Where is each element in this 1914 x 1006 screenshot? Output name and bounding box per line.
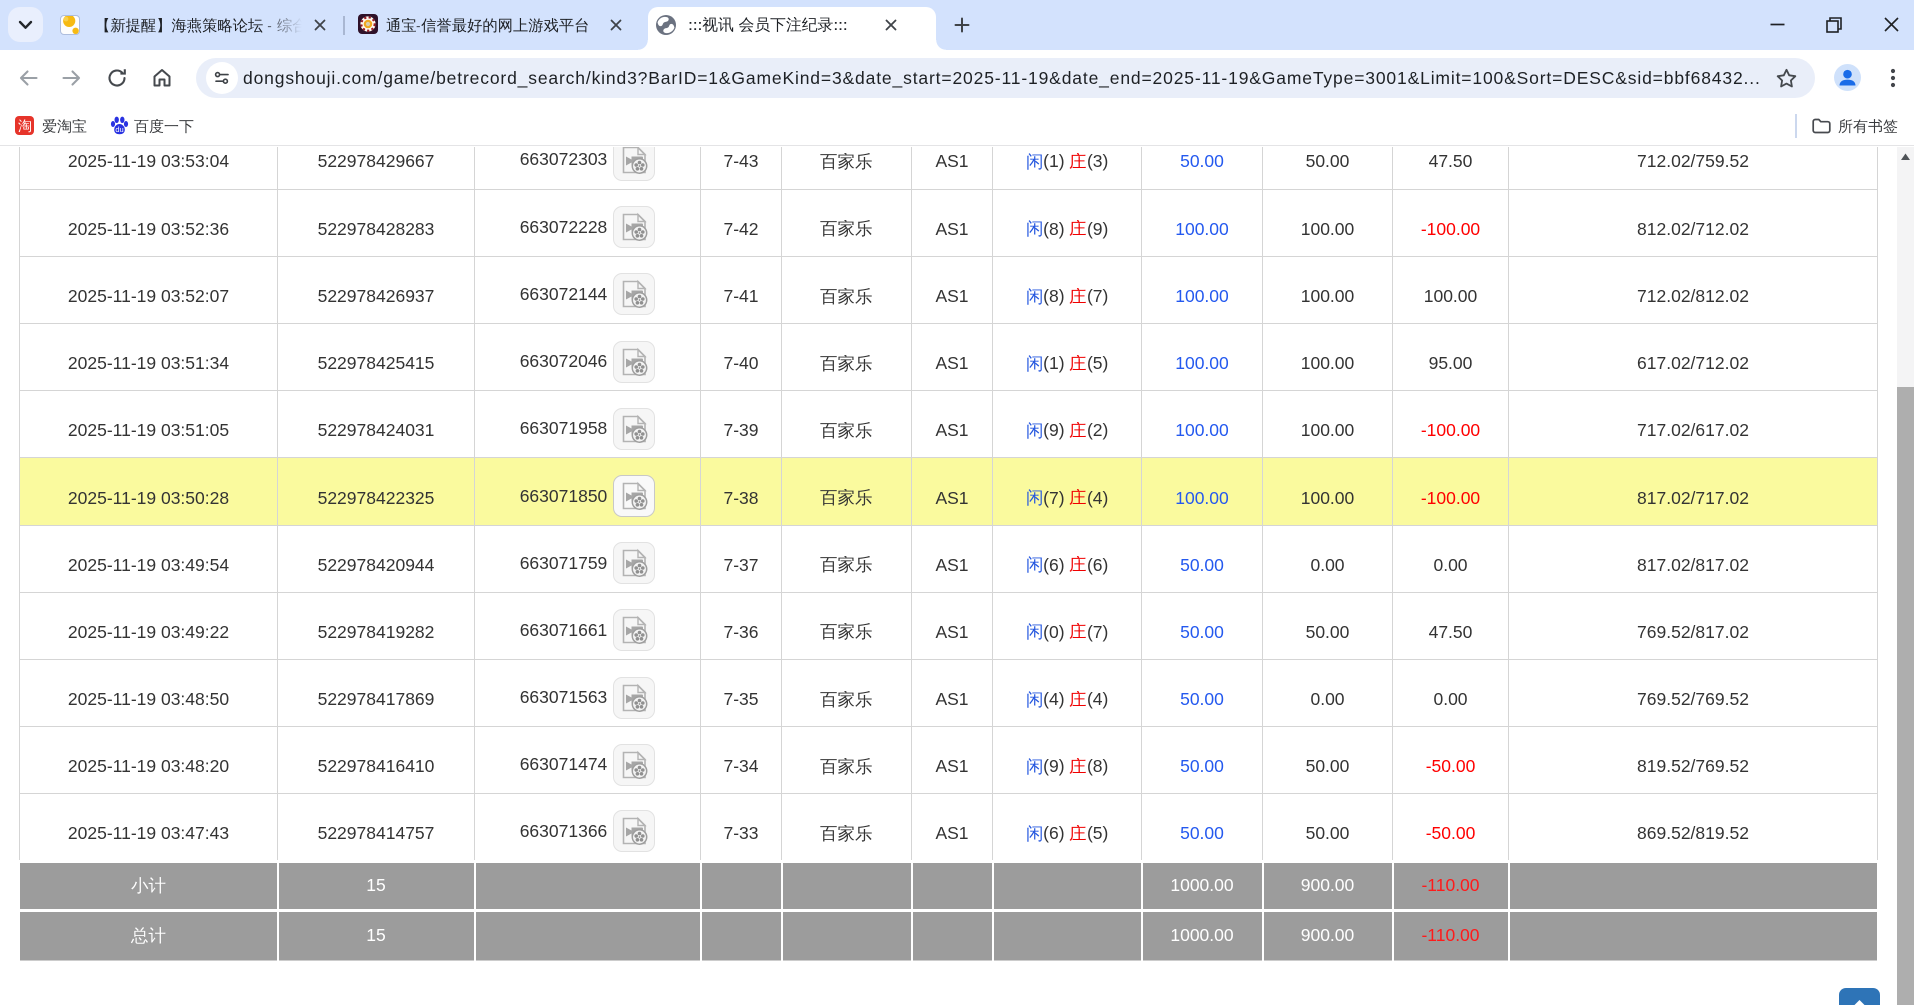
svg-text:du: du [115, 125, 123, 134]
